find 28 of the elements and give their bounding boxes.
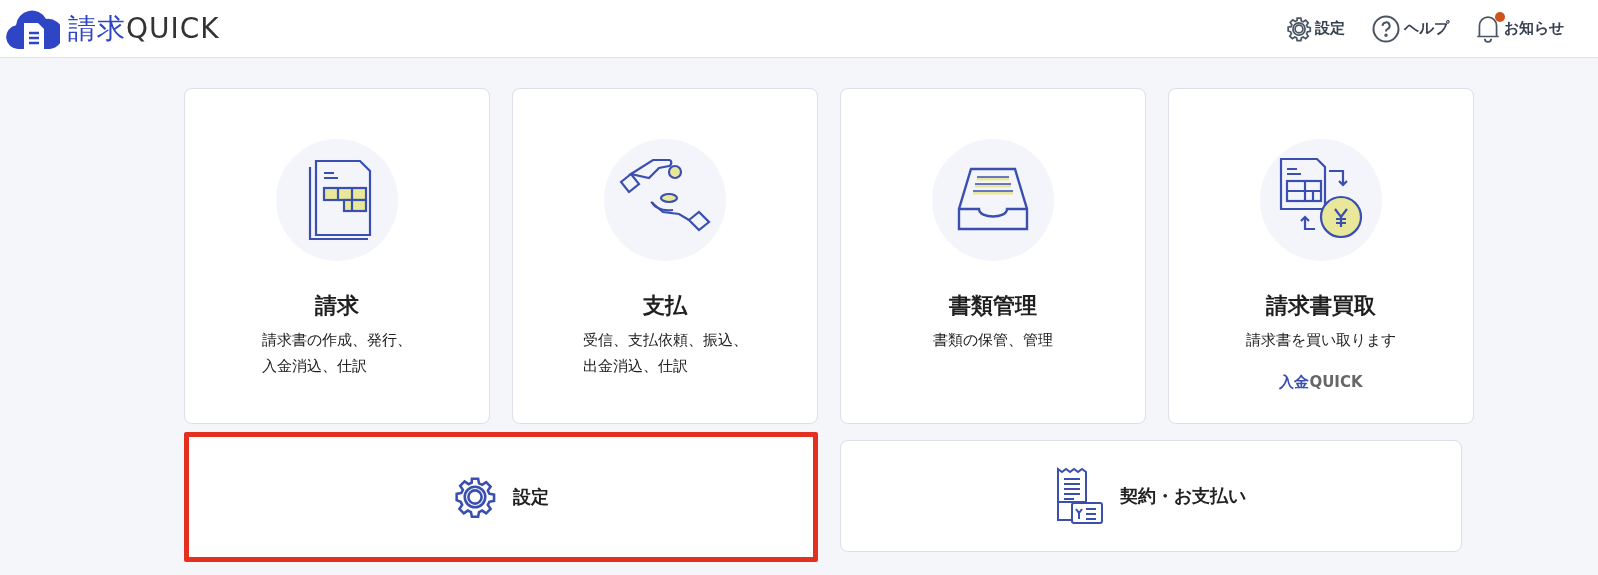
card-description: 書類の保管、管理 xyxy=(933,331,1053,350)
card-title: 請求書買取 xyxy=(1266,292,1376,320)
settings-link[interactable]: 設定 xyxy=(1286,15,1345,42)
menu-card[interactable]: 書類管理 書類の保管、管理 xyxy=(840,88,1146,424)
card-description: 請求書の作成、発行、 入金消込、仕訳 xyxy=(262,331,412,376)
bell-icon xyxy=(1475,13,1501,44)
notifications-link[interactable]: お知らせ xyxy=(1475,13,1564,44)
tray-icon xyxy=(955,167,1031,233)
card-title: 支払 xyxy=(643,292,687,320)
card-description: 受信、支払依頼、振込、 出金消込、仕訳 xyxy=(582,331,748,376)
menu-card[interactable]: 設定 xyxy=(184,432,818,562)
receipt-icon xyxy=(1056,467,1104,525)
cloud-document-icon xyxy=(6,8,60,49)
help-link[interactable]: ヘルプ xyxy=(1371,13,1449,44)
card-title: 書類管理 xyxy=(949,292,1037,320)
settings-icon xyxy=(1286,15,1312,42)
card-title: 設定 xyxy=(513,485,549,509)
menu-card[interactable]: 支払 受信、支払依頼、振込、 出金消込、仕訳 xyxy=(512,88,818,424)
app-logo: 請求QUICK xyxy=(68,10,220,47)
settings-icon xyxy=(453,475,497,519)
menu-card[interactable]: 請求書買取 請求書を買い取ります 入金QUICK xyxy=(1168,88,1474,424)
card-description: 請求書を買い取ります xyxy=(1246,331,1396,350)
card-title: 契約・お支払い xyxy=(1120,484,1246,508)
menu-card[interactable]: 請求 請求書の作成、発行、 入金消込、仕訳 xyxy=(184,88,490,424)
menu-card[interactable]: 契約・お支払い xyxy=(840,440,1462,552)
service-logo: 入金QUICK xyxy=(1279,373,1363,392)
help-icon xyxy=(1371,13,1401,44)
card-title: 請求 xyxy=(315,292,359,320)
